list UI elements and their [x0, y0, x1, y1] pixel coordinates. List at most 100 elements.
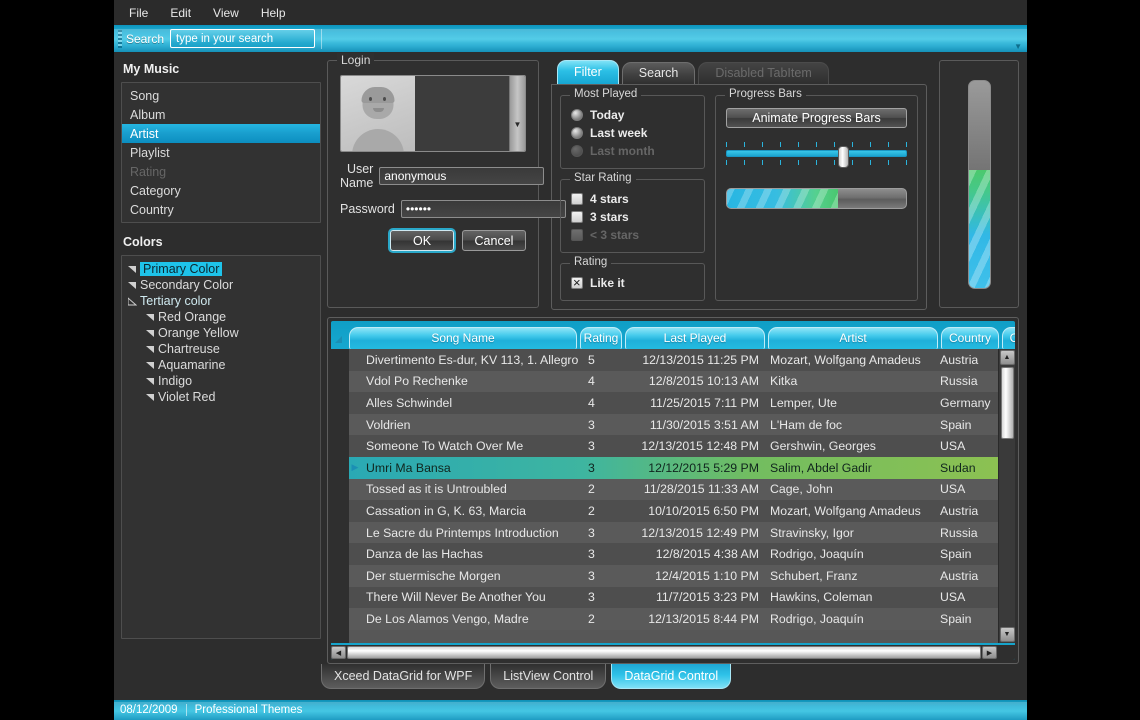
collapsed-expander-icon[interactable]	[146, 393, 158, 402]
datagrid-vertical-scrollbar[interactable]: ▲ ▼	[998, 349, 1015, 643]
menu-item-view[interactable]: View	[203, 3, 249, 23]
cell-artist: Rodrigo, Joaquín	[770, 611, 864, 626]
bottom-tab-listview-control[interactable]: ListView Control	[490, 664, 607, 689]
collapsed-expander-icon[interactable]	[128, 265, 140, 274]
cell-last-played: 10/10/2015 6:50 PM	[648, 503, 759, 518]
colors-header: Colors	[123, 235, 163, 249]
tree-item-aquamarine[interactable]: Aquamarine	[122, 357, 320, 373]
toolbar-grip-handle[interactable]	[118, 29, 122, 48]
tree-item-primary-color[interactable]: Primary Color	[122, 261, 320, 277]
radio-icon[interactable]	[571, 109, 583, 121]
vertical-scroll-track[interactable]	[999, 439, 1015, 626]
vertical-progress-bar[interactable]	[967, 79, 991, 289]
menu-item-edit[interactable]: Edit	[160, 3, 201, 23]
column-header-country[interactable]: Country	[941, 327, 999, 349]
tree-item-red-orange[interactable]: Red Orange	[122, 309, 320, 325]
checkbox-checked-icon[interactable]	[571, 275, 583, 290]
radio-today[interactable]: Today	[571, 106, 696, 124]
sidebar-item-artist[interactable]: Artist	[122, 124, 320, 143]
scroll-down-button[interactable]: ▼	[999, 627, 1015, 642]
collapsed-expander-icon[interactable]	[146, 377, 158, 386]
table-row[interactable]: Alles Schwindel 4 11/25/2015 7:11 PM Lem…	[349, 392, 998, 414]
table-row[interactable]: Vdol Po Rechenke 4 12/8/2015 10:13 AM Ki…	[349, 370, 998, 393]
collapsed-expander-icon[interactable]	[146, 329, 158, 338]
ok-button[interactable]: OK	[390, 230, 454, 251]
animate-progress-bars-button[interactable]: Animate Progress Bars	[726, 108, 907, 128]
table-row[interactable]: Le Sacre du Printemps Introduction 3 12/…	[349, 521, 998, 544]
tab-filter[interactable]: Filter	[557, 60, 619, 84]
slider-track[interactable]	[726, 150, 907, 157]
collapsed-expander-icon[interactable]	[146, 313, 158, 322]
checkbox-like-it[interactable]: Like it	[571, 274, 696, 292]
column-header-song-name[interactable]: Song Name	[349, 327, 577, 349]
checkbox-3-stars[interactable]: 3 stars	[571, 208, 696, 226]
tree-item-orange-yellow[interactable]: Orange Yellow	[122, 325, 320, 341]
table-row[interactable]: De Los Alamos Vengo, Madre 2 12/13/2015 …	[349, 608, 998, 630]
cell-last-played: 12/8/2015 10:13 AM	[648, 374, 759, 389]
cell-country: Spain	[940, 547, 972, 562]
tree-item-chartreuse[interactable]: Chartreuse	[122, 341, 320, 357]
scroll-up-button[interactable]: ▲	[999, 350, 1015, 365]
cell-rating: 4	[588, 374, 595, 389]
sidebar-item-album[interactable]: Album	[122, 105, 320, 124]
checkbox-icon[interactable]	[571, 211, 583, 223]
column-header-rating[interactable]: Rating	[580, 327, 622, 349]
search-input[interactable]	[170, 29, 316, 48]
table-row[interactable]: Tossed as it is Untroubled 2 11/28/2015 …	[349, 478, 998, 501]
table-row[interactable]: Danza de las Hachas 3 12/8/2015 4:38 AM …	[349, 543, 998, 565]
column-header-artist[interactable]: Artist	[768, 327, 938, 349]
username-input[interactable]	[379, 167, 545, 185]
menu-item-help[interactable]: Help	[251, 3, 296, 23]
collapsed-expander-icon[interactable]	[128, 281, 140, 290]
cell-rating: 4	[588, 395, 595, 410]
menu-item-file[interactable]: File	[119, 3, 158, 23]
checkbox-icon[interactable]	[571, 193, 583, 205]
datagrid-horizontal-scrollbar[interactable]: ◀ ▶	[331, 645, 1015, 660]
cell-country: USA	[940, 590, 966, 605]
cancel-button[interactable]: Cancel	[462, 230, 526, 251]
table-row[interactable]: Voldrien 3 11/30/2015 3:51 AM L'Ham de f…	[349, 413, 998, 436]
sidebar-item-country[interactable]: Country	[122, 200, 320, 219]
tree-item-violet-red[interactable]: Violet Red	[122, 389, 320, 405]
horizontal-scroll-thumb[interactable]	[347, 646, 981, 659]
collapsed-expander-icon[interactable]	[146, 345, 158, 354]
table-row[interactable]: There Will Never Be Another You 3 11/7/2…	[349, 586, 998, 609]
slider-thumb[interactable]	[838, 146, 850, 168]
scroll-left-button[interactable]: ◀	[331, 646, 346, 659]
bottom-tab-xceed-datagrid[interactable]: Xceed DataGrid for WPF	[321, 664, 486, 689]
column-header-last-played[interactable]: Last Played	[625, 327, 765, 349]
my-music-listbox[interactable]: Song Album Artist Playlist Rating Catego…	[121, 82, 321, 223]
table-row[interactable]: Divertimento Es-dur, KV 113, 1. Allegro …	[349, 349, 998, 371]
checkbox-4-stars[interactable]: 4 stars	[571, 190, 696, 208]
vertical-scroll-thumb[interactable]	[1000, 367, 1014, 439]
sidebar-item-category[interactable]: Category	[122, 181, 320, 200]
scroll-right-button[interactable]: ▶	[982, 646, 997, 659]
password-input[interactable]	[400, 200, 566, 218]
tree-item-indigo[interactable]: Indigo	[122, 373, 320, 389]
filter-tab-control: Filter Search Disabled TabItem Most Play…	[551, 60, 927, 310]
radio-icon[interactable]	[571, 127, 583, 139]
tree-item-secondary-color[interactable]: Secondary Color	[122, 277, 320, 293]
avatar-scrollbar[interactable]: ▼	[509, 76, 525, 151]
option-label: Today	[590, 108, 625, 122]
chevron-down-icon[interactable]: ▼	[514, 120, 522, 129]
table-row[interactable]: Cassation in G, K. 63, Marcia 2 10/10/20…	[349, 500, 998, 522]
column-header-category[interactable]: Categor	[1002, 327, 1015, 349]
table-row-selected[interactable]: ▶ Umri Ma Bansa 3 12/12/2015 5:29 PM Sal…	[349, 456, 998, 479]
table-row[interactable]: Der stuermische Morgen 3 12/4/2015 1:10 …	[349, 564, 998, 587]
sidebar-item-song[interactable]: Song	[122, 86, 320, 105]
avatar-eye-left	[369, 97, 372, 101]
datagrid-rows[interactable]: Divertimento Es-dur, KV 113, 1. Allegro …	[349, 349, 998, 643]
sidebar-item-playlist[interactable]: Playlist	[122, 143, 320, 162]
tree-item-tertiary-color[interactable]: Tertiary color	[122, 293, 320, 309]
tab-search[interactable]: Search	[621, 62, 696, 84]
table-row[interactable]: Someone To Watch Over Me 3 12/13/2015 12…	[349, 435, 998, 457]
radio-last-week[interactable]: Last week	[571, 124, 696, 142]
toolbar-overflow-chevron-icon[interactable]: ▼	[1014, 42, 1022, 51]
avatar-picker[interactable]: ▼	[340, 75, 526, 152]
colors-treeview[interactable]: Primary Color Secondary Color Tertiary c…	[121, 255, 321, 639]
expanded-expander-icon[interactable]	[128, 296, 140, 306]
collapsed-expander-icon[interactable]	[146, 361, 158, 370]
horizontal-slider[interactable]	[726, 142, 907, 172]
bottom-tab-datagrid-control[interactable]: DataGrid Control	[611, 664, 732, 689]
